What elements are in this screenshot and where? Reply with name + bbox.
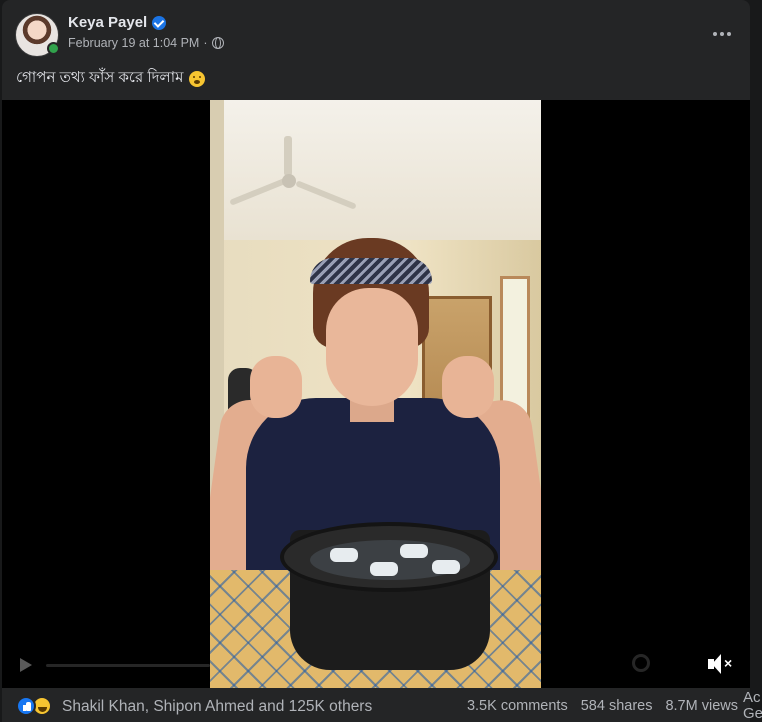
settings-icon[interactable] <box>632 654 650 672</box>
speaker-muted-icon <box>708 654 721 674</box>
meta-separator: · <box>203 36 208 50</box>
reaction-icons[interactable] <box>16 696 52 716</box>
more-options-icon <box>713 32 731 36</box>
author-avatar[interactable] <box>15 13 60 57</box>
reactions-summary[interactable]: Shakil Khan, Shipon Ahmed and 125K other… <box>62 698 372 716</box>
engagement-stats: 3.5K comments 584 shares 8.7M views <box>467 698 738 714</box>
post-caption: গোপন তথ্য ফাঁস করে দিলাম <box>16 66 206 91</box>
verified-badge-icon <box>152 15 167 30</box>
like-icon <box>16 696 36 716</box>
post-footer: Shakil Khan, Shipon Ahmed and 125K other… <box>2 688 750 722</box>
shares-count[interactable]: 584 shares <box>581 698 653 714</box>
scene-left-hand <box>250 356 302 418</box>
video-player[interactable]: × <box>2 100 750 688</box>
scene-ceiling <box>210 100 541 240</box>
video-frame[interactable] <box>210 100 541 688</box>
scene-headband <box>310 258 432 284</box>
caption-text: গোপন তথ্য ফাঁস করে দিলাম <box>16 69 184 86</box>
author-row: Keya Payel <box>68 14 167 31</box>
right-page-strip <box>750 0 762 722</box>
scene-ice <box>400 544 428 558</box>
views-count: 8.7M views <box>665 698 738 714</box>
scene-ice <box>330 548 358 562</box>
more-options-button[interactable] <box>704 18 740 50</box>
post-timestamp[interactable]: February 19 at 1:04 PM <box>68 36 199 50</box>
post-header: Keya Payel February 19 at 1:04 PM · <box>2 0 750 62</box>
video-progress-bar[interactable] <box>46 664 210 667</box>
muted-x-icon: × <box>724 655 733 671</box>
astonished-face-icon <box>189 70 206 87</box>
author-name[interactable]: Keya Payel <box>68 14 147 31</box>
post-meta: February 19 at 1:04 PM · <box>68 36 224 50</box>
play-icon[interactable] <box>18 656 36 674</box>
online-status-indicator <box>47 42 60 55</box>
scene-face <box>326 288 418 406</box>
scene-ice <box>370 562 398 576</box>
scene-ice <box>432 560 460 574</box>
comments-count[interactable]: 3.5K comments <box>467 698 568 714</box>
scene-right-hand <box>442 356 494 418</box>
mute-button[interactable]: × <box>706 652 734 676</box>
globe-icon[interactable] <box>211 37 224 49</box>
video-controls: × <box>2 640 750 688</box>
clipped-sidebar-text: Ac Ge <box>743 689 762 722</box>
scene-fan-rod <box>284 136 292 176</box>
post-card: Keya Payel February 19 at 1:04 PM · গোপন… <box>2 0 750 722</box>
scene-fan-hub <box>282 174 296 188</box>
